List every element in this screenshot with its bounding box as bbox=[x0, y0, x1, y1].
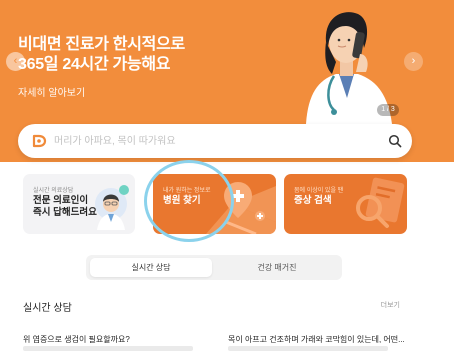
hero-title: 비대면 진료가 한시적으로 365일 24시간 가능해요 bbox=[18, 35, 185, 75]
search-input[interactable] bbox=[54, 133, 374, 149]
question-preview-placeholder bbox=[23, 346, 193, 351]
realtime-consult-card[interactable]: 실시간 의료상담 전문 의료인이 즉시 답해드려요 bbox=[23, 174, 135, 234]
symptom-search-card[interactable]: 몸에 이상이 있을 땐 증상 검색 bbox=[284, 174, 407, 234]
magnifier-document-icon bbox=[356, 177, 405, 228]
map-pin-icon bbox=[206, 182, 276, 234]
card-subtitle: 몸에 이상이 있을 땐 bbox=[294, 188, 344, 194]
symptom-search-bar[interactable] bbox=[18, 124, 412, 158]
hero-title-line-1: 비대면 진료가 한시적으로 bbox=[18, 36, 185, 53]
card-title: 증상 검색 bbox=[294, 195, 332, 206]
hero-title-line-2: 365일 24시간 가능해요 bbox=[18, 56, 171, 73]
card-title: 병원 찾기 bbox=[163, 195, 201, 206]
brand-logo-icon bbox=[32, 134, 47, 148]
card-title-line-1: 전문 의료인이 bbox=[33, 195, 89, 206]
tab-realtime-consult[interactable]: 실시간 상담 bbox=[90, 258, 212, 277]
chevron-left-icon[interactable]: ‹ bbox=[6, 52, 25, 71]
card-title-line-2: 즉시 답해드려요 bbox=[33, 207, 97, 218]
hospital-finder-card[interactable]: 내가 원하는 정보로 병원 찾기 bbox=[153, 174, 276, 234]
section-title: 실시간 상담 bbox=[23, 303, 72, 314]
banner-pager: 1 / 3 bbox=[377, 104, 399, 116]
question-title[interactable]: 위 염증으로 생검이 필요할까요? bbox=[23, 334, 130, 345]
question-preview-placeholder bbox=[228, 346, 388, 351]
tab-health-magazine[interactable]: 건강 매거진 bbox=[216, 258, 338, 277]
card-title: 전문 의료인이 즉시 답해드려요 bbox=[33, 195, 97, 219]
more-link[interactable]: 더보기 bbox=[381, 300, 400, 310]
content-tabs: 실시간 상담 건강 매거진 bbox=[86, 255, 342, 280]
doctor-avatar-icon bbox=[95, 185, 129, 230]
card-subtitle: 내가 원하는 정보로 bbox=[163, 188, 211, 194]
search-icon[interactable] bbox=[388, 134, 402, 148]
card-subtitle: 실시간 의료상담 bbox=[33, 188, 74, 194]
chevron-right-icon[interactable]: › bbox=[404, 52, 423, 71]
question-title[interactable]: 목이 아프고 건조하며 가래와 코막힘이 있는데, 어떤... bbox=[228, 334, 405, 345]
hero-detail-link[interactable]: 자세히 알아보기 bbox=[18, 84, 85, 99]
